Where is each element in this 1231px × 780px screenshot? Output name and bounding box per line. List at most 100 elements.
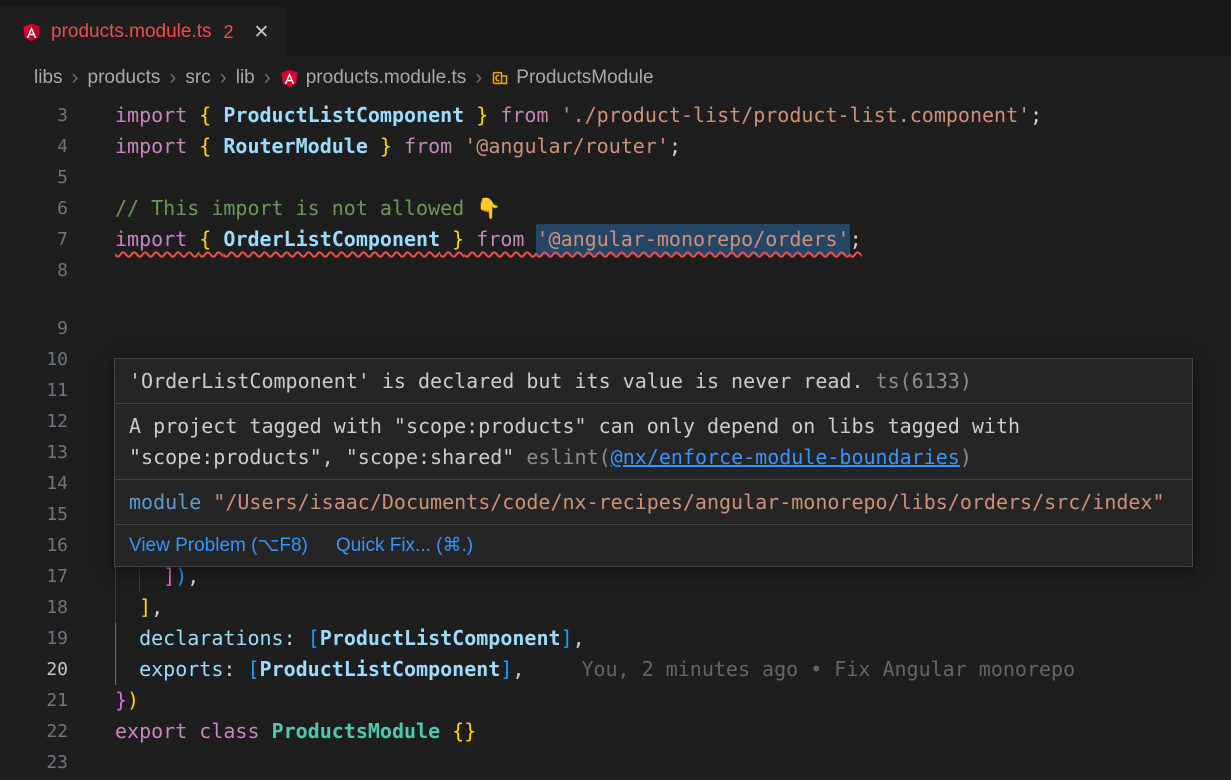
module-keyword: module xyxy=(129,490,201,514)
view-problem-button[interactable]: View Problem (⌥F8) xyxy=(129,530,308,561)
line-number[interactable]: 19 xyxy=(0,623,68,654)
code-line[interactable]: 18], xyxy=(0,592,1231,623)
code-token: ; xyxy=(850,224,862,255)
line-number[interactable]: 10 xyxy=(0,344,68,375)
code-line[interactable]: 7import { OrderListComponent } from '@an… xyxy=(0,224,1231,255)
code-token: ProductListComponent xyxy=(260,654,501,685)
code-token: , xyxy=(512,654,524,685)
code-token: ] xyxy=(139,592,151,623)
code-text: }) xyxy=(115,685,139,716)
code-line[interactable]: 21}) xyxy=(0,685,1231,716)
breadcrumb-label: src xyxy=(185,67,210,89)
eslint-source: eslint( xyxy=(526,445,610,469)
ts-error-message: 'OrderListComponent' is declared but its… xyxy=(129,369,864,393)
code-token: '@angular/router' xyxy=(464,131,669,162)
line-number[interactable]: 3 xyxy=(0,100,68,131)
line-number[interactable]: 15 xyxy=(0,499,68,530)
code-token: } xyxy=(115,685,127,716)
code-token: import xyxy=(115,100,199,131)
line-number[interactable]: 18 xyxy=(0,592,68,623)
breadcrumb-label: products.module.ts xyxy=(306,67,467,89)
code-token: declarations: xyxy=(139,623,296,654)
breadcrumb-item-libs[interactable]: libs xyxy=(34,67,63,89)
breadcrumb-separator-icon: › xyxy=(466,66,491,90)
breadcrumb-item-productsmodule[interactable]: ProductsModule xyxy=(491,67,653,89)
breadcrumb: libs›products›src›lib›products.module.ts… xyxy=(0,56,1231,100)
class-icon xyxy=(491,69,509,87)
quick-fix-button[interactable]: Quick Fix... (⌘.) xyxy=(336,530,473,561)
line-number[interactable]: 8 xyxy=(0,255,68,313)
code-line[interactable]: 19 declarations: [ProductListComponent], xyxy=(0,623,1231,654)
code-token: './product-list/product-list.component' xyxy=(561,100,1031,131)
line-number[interactable]: 12 xyxy=(0,406,68,437)
code-token: , xyxy=(151,592,163,623)
line-number[interactable]: 14 xyxy=(0,468,68,499)
code-line[interactable]: 6 // This import is not allowed 👇 xyxy=(0,193,1231,224)
hover-actions: View Problem (⌥F8) Quick Fix... (⌘.) xyxy=(115,524,1192,566)
code-token: // This import is not allowed xyxy=(115,193,476,224)
line-number[interactable]: 16 xyxy=(0,530,68,561)
code-token: ) xyxy=(127,685,139,716)
code-line[interactable]: 5 xyxy=(0,162,1231,193)
line-number[interactable]: 9 xyxy=(0,313,68,344)
code-token: {} xyxy=(452,716,476,747)
code-line[interactable]: 22export class ProductsModule {} xyxy=(0,716,1231,747)
line-number[interactable]: 23 xyxy=(0,747,68,778)
line-number[interactable]: 7 xyxy=(0,224,68,255)
code-line[interactable]: 9 xyxy=(0,313,1231,344)
code-token: from xyxy=(464,224,536,255)
ts-error-code: ts(6133) xyxy=(864,369,972,393)
breadcrumb-item-lib[interactable]: lib xyxy=(236,67,255,89)
line-number[interactable]: 4 xyxy=(0,131,68,162)
code-token: } xyxy=(368,131,392,162)
code-token: { xyxy=(199,224,223,255)
tab-bar: products.module.ts 2 ✕ xyxy=(0,0,1231,56)
line-number[interactable]: 13 xyxy=(0,437,68,468)
line-number[interactable]: 22 xyxy=(0,716,68,747)
line-number[interactable]: 6 xyxy=(0,193,68,224)
breadcrumb-item-src[interactable]: src xyxy=(185,67,210,89)
code-token: exports: xyxy=(139,654,235,685)
breadcrumb-item-products[interactable]: products xyxy=(88,67,161,89)
code-line[interactable]: 23 xyxy=(0,747,1231,778)
breadcrumb-item-products-module-ts[interactable]: products.module.ts xyxy=(280,67,467,89)
code-token: } xyxy=(464,100,488,131)
code-token xyxy=(296,623,308,654)
line-number[interactable]: 20 xyxy=(0,654,68,685)
code-line[interactable]: 4import { RouterModule } from '@angular/… xyxy=(0,131,1231,162)
indent-guide xyxy=(115,592,139,623)
code-token: You, 2 minutes ago • Fix Angular monorep… xyxy=(524,654,1075,685)
code-token: ] xyxy=(561,623,573,654)
code-token: import xyxy=(115,224,199,255)
breadcrumb-separator-icon: › xyxy=(160,66,185,90)
hover-popup: 'OrderListComponent' is declared but its… xyxy=(114,358,1193,567)
code-token: 👇 xyxy=(476,193,501,224)
eslint-source-close: ) xyxy=(960,445,972,469)
indent-guide xyxy=(115,623,139,654)
code-line[interactable]: 3 import { ProductListComponent } from '.… xyxy=(0,100,1231,131)
line-number[interactable]: 5 xyxy=(0,162,68,193)
close-icon[interactable]: ✕ xyxy=(254,21,270,44)
breadcrumb-separator-icon: › xyxy=(211,66,236,90)
hover-ts-error-row: 'OrderListComponent' is declared but its… xyxy=(115,359,1192,403)
code-token xyxy=(440,716,452,747)
line-number[interactable]: 11 xyxy=(0,375,68,406)
code-text: import { ProductListComponent } from './… xyxy=(115,100,1042,131)
code-token: , xyxy=(573,623,585,654)
code-line[interactable]: 8 xyxy=(0,255,1231,313)
code-token: '@angular-monorepo/orders' xyxy=(536,224,849,255)
code-token: ProductListComponent xyxy=(320,623,561,654)
line-number[interactable]: 17 xyxy=(0,561,68,592)
tab-products-module[interactable]: products.module.ts 2 ✕ xyxy=(0,7,287,56)
code-token: from xyxy=(392,131,464,162)
code-token: RouterModule xyxy=(223,131,368,162)
code-token: { xyxy=(199,100,223,131)
code-token: ] xyxy=(500,654,512,685)
code-line[interactable]: 20exports: [ProductListComponent],You, 2… xyxy=(0,654,1231,685)
indent-guide xyxy=(115,654,139,685)
tab-problem-count: 2 xyxy=(224,22,234,43)
eslint-rule-link[interactable]: @nx/enforce-module-boundaries xyxy=(611,445,960,469)
code-text: declarations: [ProductListComponent], xyxy=(115,623,585,654)
code-token: OrderListComponent xyxy=(223,224,440,255)
line-number[interactable]: 21 xyxy=(0,685,68,716)
